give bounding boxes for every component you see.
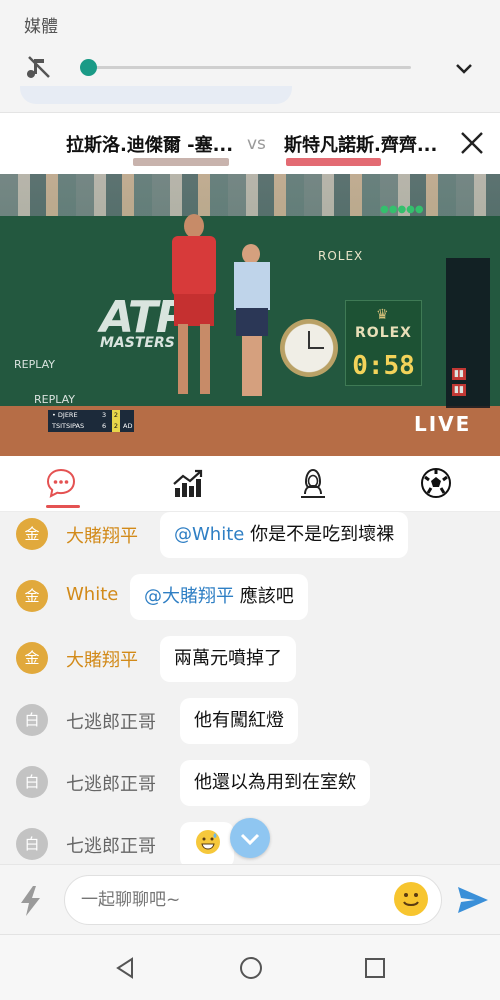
watermark-logo: ●●●●● [380,204,424,215]
tab-active-indicator [46,505,80,508]
score-set: 3 [102,411,107,419]
chat-message: 白 七逃郎正哥 他有闖紅燈 [0,698,500,748]
media-title: 媒體 [24,17,58,37]
crowd [0,174,500,216]
rolex-wall-logo: ROLEX [318,249,364,263]
lightning-icon[interactable] [18,885,44,917]
score-set: 6 [102,422,107,430]
chat-bubble: 他還以為用到在室欸 [180,760,370,806]
soccer-ball-icon[interactable] [419,466,453,500]
close-icon[interactable] [458,129,486,157]
player-icon[interactable] [296,466,330,500]
chat-text: 應該吧 [234,586,294,607]
chat-message: 金 大賭翔平 兩萬元噴掉了 [0,636,500,686]
gold-badge: 金 [16,580,48,612]
team-b-bar [286,158,381,166]
live-badge: LIVE [414,412,472,436]
gold-badge: 金 [16,642,48,674]
replay-sign-1: REPLAY [14,358,55,371]
tennis-player [166,214,222,404]
score-row: • DJERE 3 2 [48,410,134,421]
match-header: 拉斯洛.迪傑爾 -塞... vs 斯特凡諾斯.齊齊... [0,112,500,174]
chat-bubble: 他有闖紅燈 [180,698,298,744]
system-nav-bar [0,934,500,1000]
replay-sign-2: REPLAY [34,393,75,406]
chat-bubble: @White 你是不是吃到壞裸 [160,512,409,558]
chat-text: 他有闖紅燈 [194,710,284,731]
rolex-board-time: 0:58 [352,351,415,381]
tab-bar [0,456,500,512]
team-a-name: 拉斯洛.迪傑爾 -塞... [66,135,234,156]
chat-text: 兩萬元噴掉了 [174,648,282,669]
chat-username[interactable]: 七逃郎正哥 [66,832,156,858]
white-badge: 白 [16,828,48,860]
chat-username[interactable]: 七逃郎正哥 [66,708,156,734]
chat-username[interactable]: 大賭翔平 [66,646,138,672]
chat-username[interactable]: 七逃郎正哥 [66,770,156,796]
scroll-down-button[interactable] [230,818,270,858]
ball-kid [232,244,272,404]
score-row: TSITSIPAS 6 2 AD [48,421,134,432]
chat-message: 金 White @大賭翔平 應該吧 [0,574,500,624]
vs-label: vs [247,134,266,154]
side-banner: ▮▮ ▮▮ [446,258,490,408]
stats-chart-icon[interactable] [170,466,204,500]
send-icon[interactable] [456,885,490,915]
side-badge-bottom: ▮▮ [452,384,466,396]
chevron-down-icon[interactable] [452,56,476,80]
side-badge-top: ▮▮ [452,368,466,380]
rolex-board-name: ROLEX [355,325,412,341]
chat-bubble: @大賭翔平 應該吧 [130,574,308,620]
white-badge: 白 [16,766,48,798]
chat-mention[interactable]: @大賭翔平 [144,586,234,607]
live-video[interactable]: ●●●●● ROLEX ATP MASTERS ♛ ROLEX 0:58 ▮▮ … [0,174,500,456]
nav-home-icon[interactable] [238,955,264,981]
chat-message: 金 大賭翔平 @White 你是不是吃到壞裸 [0,512,500,562]
media-progress-track[interactable] [88,66,411,69]
scoreboard: • DJERE 3 2 TSITSIPAS 6 2 AD [48,410,134,432]
chat-bubble: 兩萬元噴掉了 [160,636,296,682]
score-games: 2 [112,421,120,432]
score-player-name: TSITSIPAS [52,422,85,430]
media-notification: 媒體 [0,0,500,112]
chat-username[interactable]: White [66,584,118,605]
team-a-bar [133,158,229,166]
rolex-clock-board: ♛ ROLEX 0:58 [345,300,422,386]
gold-badge: 金 [16,518,48,550]
music-off-icon[interactable] [25,53,53,81]
nav-recent-icon[interactable] [362,955,388,981]
grin-sweat-icon [196,830,220,854]
emoji-smile-icon[interactable] [394,882,428,916]
clock-icon [280,319,338,377]
crown-icon: ♛ [376,307,389,323]
white-badge: 白 [16,704,48,736]
chat-input-bar [0,864,500,934]
nav-back-icon[interactable] [112,955,138,981]
media-pill [20,86,292,104]
chat-text: 他還以為用到在室欸 [194,772,356,793]
score-points: AD [123,422,133,430]
chat-list[interactable]: 金 大賭翔平 @White 你是不是吃到壞裸 金 White @大賭翔平 應該吧… [0,512,500,864]
media-progress-thumb[interactable] [80,59,97,76]
chat-input[interactable] [64,875,442,925]
score-games: 2 [112,410,120,421]
chat-message: 白 七逃郎正哥 他還以為用到在室欸 [0,760,500,810]
chat-mention[interactable]: @White [174,524,244,545]
score-player-name: • DJERE [52,411,78,419]
chat-text: 你是不是吃到壞裸 [244,524,395,545]
chat-icon[interactable] [44,466,78,500]
chat-username[interactable]: 大賭翔平 [66,522,138,548]
team-b-name: 斯特凡諾斯.齊齊... [284,135,438,156]
chat-bubble [180,822,234,864]
